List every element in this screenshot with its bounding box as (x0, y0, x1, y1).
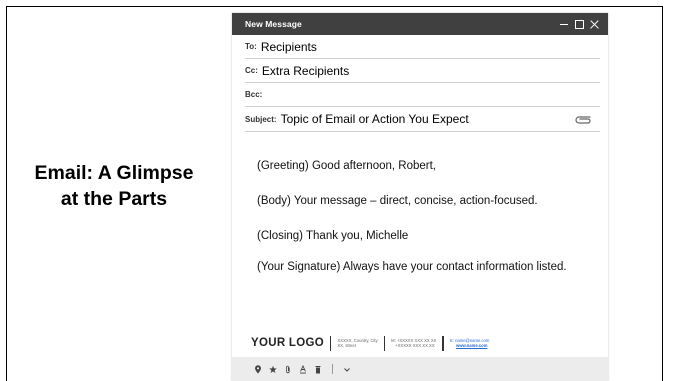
to-label: To: (245, 42, 257, 51)
address-line-2: XX, street (337, 343, 356, 348)
closing-text: (Closing) Thank you, Michelle (257, 230, 409, 242)
signature-divider (329, 335, 332, 351)
to-value[interactable]: Recipients (261, 40, 317, 54)
signature-note-text: (Your Signature) Always have your contac… (257, 261, 567, 273)
slide-title-line1: Email: A Glimpse (34, 162, 194, 184)
text-format-icon[interactable] (299, 364, 307, 374)
cc-label: Cc: (245, 66, 258, 75)
compose-header: New Message (232, 13, 608, 35)
slide-title: Email: A Glimpse at the Parts (10, 160, 218, 212)
toolbar-separator (332, 364, 333, 374)
paperclip-icon[interactable] (574, 114, 592, 124)
signature-block: YOUR LOGO XXXXX, Country, City XX, stree… (251, 332, 601, 354)
signature-phone: M: +XXXXX XXX XX XX +XXXXX XXX XX XX (391, 338, 436, 348)
signature-address: XXXXX, Country, City XX, street (337, 338, 377, 348)
star-icon[interactable] (269, 365, 277, 374)
location-icon[interactable] (254, 364, 262, 374)
close-icon[interactable] (589, 19, 600, 30)
subject-field[interactable]: Subject: Topic of Email or Action You Ex… (245, 107, 600, 132)
window-controls (559, 19, 600, 30)
to-field[interactable]: To: Recipients (245, 35, 600, 59)
compose-title: New Message (245, 19, 302, 29)
cc-field[interactable]: Cc: Extra Recipients (245, 59, 600, 83)
greeting-text: (Greeting) Good afternoon, Robert, (257, 160, 436, 172)
body-text: (Body) Your message – direct, concise, a… (257, 195, 538, 207)
more-icon[interactable] (343, 365, 351, 374)
signature-contact: E: name@name.com www.name.com (450, 338, 489, 348)
slide-title-line2: at the Parts (60, 188, 168, 210)
signature-divider (383, 335, 386, 351)
logo-text: YOUR LOGO (251, 337, 324, 349)
compose-window: New Message To: Recipients Cc: Extra Rec… (232, 13, 608, 381)
phone-line-2: +XXXXX XXX XX XX (395, 343, 435, 348)
cc-value[interactable]: Extra Recipients (262, 64, 349, 78)
maximize-icon[interactable] (574, 19, 585, 30)
subject-value[interactable]: Topic of Email or Action You Expect (281, 112, 469, 126)
trash-icon[interactable] (314, 365, 322, 374)
attach-icon[interactable] (284, 365, 292, 374)
compose-toolbar (232, 357, 608, 381)
signature-divider (442, 335, 444, 351)
subject-label: Subject: (245, 114, 277, 124)
signature-website[interactable]: www.name.com (450, 343, 489, 348)
bcc-label: Bcc: (245, 90, 263, 99)
bcc-field[interactable]: Bcc: (245, 83, 600, 107)
minimize-icon[interactable] (559, 19, 570, 30)
